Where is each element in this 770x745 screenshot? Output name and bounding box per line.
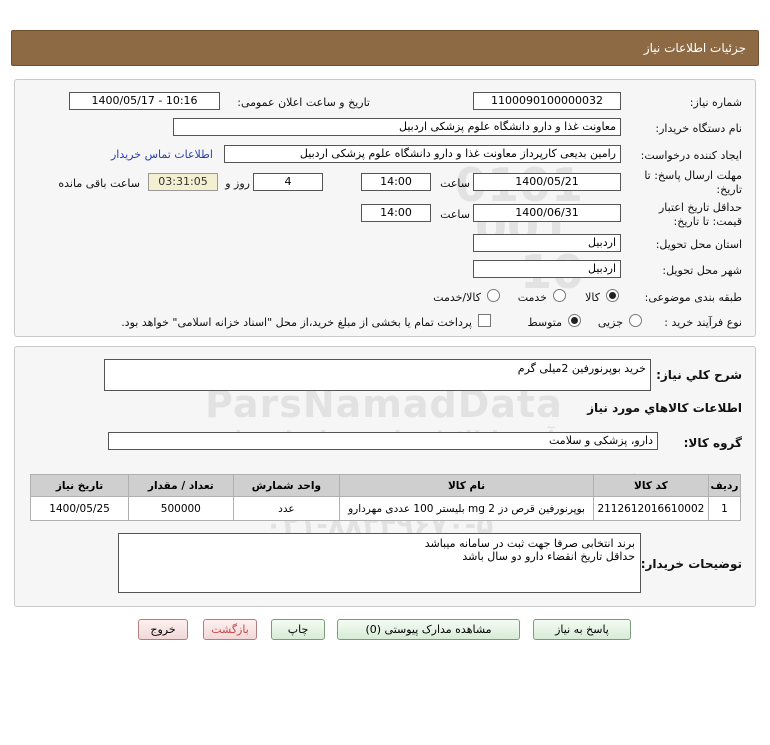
summary-label: شرح كلي نياز:: [656, 368, 742, 382]
buyer-notes-field: برند انتخابی صرفا جهت ثبت در سامانه میبا…: [118, 533, 641, 593]
goods-group-label: گروه کالا:: [683, 436, 742, 450]
reply-time-label: ساعت: [440, 177, 470, 190]
col-item-name: نام کالا: [339, 474, 594, 497]
province-label: استان محل تحویل:: [655, 238, 742, 251]
need-number-field: 1100090100000032: [473, 92, 621, 110]
validity-time-field: 14:00: [361, 204, 431, 222]
remaining-label: ساعت باقی مانده: [58, 177, 140, 190]
days-label: روز و: [225, 177, 250, 190]
category-label: طبقه بندی موضوعی:: [644, 291, 742, 304]
validity-date-field: 1400/06/31: [473, 204, 621, 222]
col-row: ردیف: [707, 474, 742, 497]
col-unit: واحد شمارش: [232, 474, 341, 497]
buyer-notes-label: توضیحات خریدار:: [640, 557, 742, 571]
buyer-contact-link[interactable]: اطلاعات تماس خریدار: [111, 148, 213, 161]
category-goods-service-label: کالا/خدمت: [433, 291, 481, 304]
reply-deadline-label-1: مهلت ارسال پاسخ: تا: [644, 169, 742, 182]
category-service-label: خدمت: [517, 291, 547, 304]
announce-label: تاریخ و ساعت اعلان عمومی:: [237, 96, 370, 109]
process-medium-radio[interactable]: [568, 314, 581, 327]
process-medium-label: متوسط: [527, 316, 562, 329]
process-minor-radio[interactable]: [629, 314, 642, 327]
cell-item-name: بوپرنورفین قرص دز 2 mg بلیستر 100 عددی م…: [339, 496, 594, 521]
city-field: اردبیل: [473, 260, 621, 278]
buyer-org-field: معاونت غذا و دارو دانشگاه علوم پزشکی ارد…: [173, 118, 621, 136]
process-type-label: نوع فرآیند خرید :: [664, 316, 742, 329]
buyer-notes-line-1: برند انتخابی صرفا جهت ثبت در سامانه میبا…: [424, 537, 635, 550]
goods-table: تاریخ نیاز تعداد / مقدار واحد شمارش نام …: [29, 474, 742, 521]
cell-unit: عدد: [232, 496, 341, 521]
process-minor-label: جزیی: [597, 316, 623, 329]
page-header: جزئیات اطلاعات نیاز: [11, 30, 759, 66]
cell-row: 1: [707, 496, 742, 521]
validity-label-2: قیمت: تا تاریخ:: [673, 215, 742, 228]
need-number-label: شماره نیاز:: [689, 96, 742, 109]
goods-section-title: اطلاعات كالاهاي مورد نياز: [587, 401, 742, 415]
table-row: 1400/05/25 500000 عدد بوپرنورفین قرص دز …: [29, 496, 742, 521]
validity-time-label: ساعت: [440, 208, 470, 221]
announce-field: 1400/05/17 - 10:16: [69, 92, 220, 110]
goods-table-header: تاریخ نیاز تعداد / مقدار واحد شمارش نام …: [29, 474, 742, 497]
city-label: شهر محل تحویل:: [662, 264, 742, 277]
print-button[interactable]: چاپ: [271, 619, 325, 640]
page-title: جزئیات اطلاعات نیاز: [643, 41, 746, 55]
category-goods-radio[interactable]: [606, 289, 619, 302]
buyer-notes-line-2: حداقل تاریخ انقضاء دارو دو سال باشد: [462, 550, 635, 563]
reply-time-field: 14:00: [361, 173, 431, 191]
category-service-radio[interactable]: [553, 289, 566, 302]
col-item-code: کد کالا: [592, 474, 709, 497]
cell-quantity: 500000: [128, 496, 234, 521]
treasury-payment-note: پرداخت تمام یا بخشی از مبلغ خرید،از محل …: [121, 316, 472, 329]
summary-field: خرید بوپرنورفین 2میلی گرم: [104, 359, 651, 391]
days-field: 4: [253, 173, 323, 191]
cell-item-code: 2112612016610002: [592, 496, 709, 521]
creator-label: ایجاد کننده درخواست:: [640, 149, 742, 162]
cell-need-date: 1400/05/25: [29, 496, 130, 521]
col-quantity: تعداد / مقدار: [128, 474, 234, 497]
back-button[interactable]: بازگشت: [203, 619, 257, 640]
creator-field: رامین بدیعی کارپرداز معاونت غذا و دارو د…: [224, 145, 621, 163]
category-goods-label: کالا: [585, 291, 600, 304]
reply-deadline-label-2: تاریخ:: [716, 183, 742, 196]
reply-button[interactable]: پاسخ به نیاز: [533, 619, 631, 640]
exit-button[interactable]: خروج: [138, 619, 188, 640]
province-field: اردبیل: [473, 234, 621, 252]
col-need-date: تاریخ نیاز: [29, 474, 130, 497]
treasury-payment-checkbox[interactable]: [478, 314, 491, 327]
buyer-org-label: نام دستگاه خریدار:: [655, 122, 742, 135]
validity-label-1: حداقل تاریخ اعتبار: [658, 201, 742, 214]
attachments-button[interactable]: مشاهده مدارک پیوستی (0): [337, 619, 520, 640]
reply-date-field: 1400/05/21: [473, 173, 621, 191]
remaining-time-field: 03:31:05: [148, 173, 218, 191]
goods-group-field: دارو، پزشکی و سلامت: [108, 432, 658, 450]
category-goods-service-radio[interactable]: [487, 289, 500, 302]
